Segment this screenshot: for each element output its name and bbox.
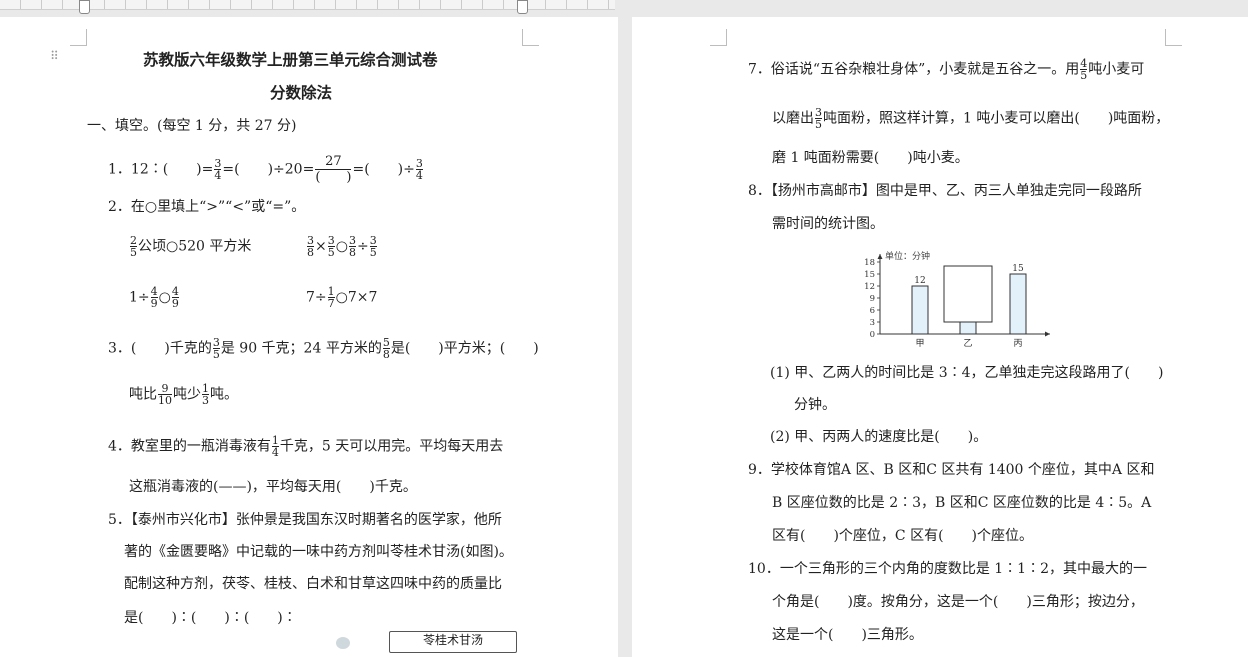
- x-tick-label: 甲: [915, 338, 924, 349]
- data-label: 15: [1012, 264, 1024, 274]
- question-5-line2: 著的《金匮要略》中记载的一味中药方剂叫苓桂术甘汤(如图)。: [124, 544, 513, 560]
- bar: [1009, 273, 1027, 335]
- y-tick-label: 6: [870, 306, 875, 316]
- hidden-bar-cover: [943, 265, 993, 323]
- margin-corner-mark: [70, 29, 87, 46]
- question-1: 1．12∶( )= 3 4 =( )÷20= 27( ) =( )÷ 3 4: [108, 154, 423, 185]
- y-tick-label: 12: [864, 282, 875, 292]
- question-10-line2: 个角是( )度。按角分，这是一个( )三角形；按边分，: [772, 594, 1144, 610]
- question-9-line3: 区有( )个座位，C 区有( )个座位。: [772, 528, 1034, 544]
- x-tick-label: 丙: [1013, 338, 1022, 349]
- page-title: 苏教版六年级数学上册第三单元综合测试卷: [143, 51, 438, 69]
- horizontal-ruler[interactable]: [0, 0, 615, 14]
- margin-corner-mark: [1165, 29, 1182, 46]
- bar: [911, 285, 929, 335]
- x-axis-arrow: [1045, 331, 1050, 337]
- herb-illustration: [336, 637, 350, 649]
- margin-corner-mark: [710, 29, 727, 46]
- question-5-line4: 是( )∶( )∶( )∶: [124, 610, 297, 626]
- recipe-box: 苓桂术甘汤: [389, 631, 517, 653]
- y-tick-label: 9: [870, 294, 875, 304]
- question-9-line2: B 区座位数的比是 2∶3，B 区和C 区座位数的比是 4∶5。A: [772, 495, 1152, 511]
- data-label: 12: [914, 276, 925, 286]
- question-2d: 7÷ 1 7 ○7×7: [306, 285, 378, 310]
- question-2: 2．在○里填上“>”“<”或“=”。: [108, 199, 306, 215]
- question-5-line3: 配制这种方剂，茯苓、桂枝、白术和甘草这四味中药的质量比: [124, 576, 502, 592]
- question-10: 10．一个三角形的三个内角的度数比是 1∶1∶2，其中最大的一: [748, 561, 1147, 577]
- question-8: 8．【扬州市高邮市】图中是甲、乙、丙三人单独走完同一段路所: [748, 183, 1142, 199]
- y-axis-label: 单位：分钟: [885, 250, 930, 262]
- question-9: 9．学校体育馆A 区、B 区和C 区共有 1400 个座位，其中A 区和: [748, 462, 1155, 478]
- y-axis-arrow: [877, 254, 883, 259]
- question-3-cont: 吨比 9 10 吨少 1 3 吨。: [129, 382, 238, 407]
- question-2a: 2 5 公顷○520 平方米: [130, 234, 252, 259]
- drag-handle-icon[interactable]: ⠿: [50, 50, 59, 67]
- question-8-part1: (1) 甲、乙两人的时间比是 3∶4，乙单独走完这段路用了( ): [770, 365, 1164, 381]
- question-4-cont: 这瓶消毒液的(——)，平均每天用( )千克。: [129, 479, 417, 495]
- question-8-line2: 需时间的统计图。: [772, 216, 884, 232]
- ruler-right-marker[interactable]: [517, 0, 528, 14]
- margin-corner-mark: [522, 29, 539, 46]
- question-8-part1-cont: 分钟。: [794, 397, 836, 413]
- y-tick-label: 18: [864, 258, 875, 268]
- question-7-line2: 以磨出 3 5 吨面粉，照这样计算，1 吨小麦可以磨出( )吨面粉，: [772, 106, 1170, 131]
- section-heading: 一、填空。(每空 1 分，共 27 分): [87, 118, 297, 134]
- y-tick-label: 15: [864, 270, 875, 280]
- document-page-left: ⠿ 苏教版六年级数学上册第三单元综合测试卷 分数除法 一、填空。(每空 1 分，…: [0, 17, 618, 657]
- y-tick-label: 3: [870, 318, 875, 328]
- bar: [959, 321, 977, 335]
- question-2c: 1÷ 4 9 ○ 4 9: [129, 285, 179, 310]
- page-subtitle: 分数除法: [270, 84, 333, 102]
- question-7-line3: 磨 1 吨面粉需要( )吨小麦。: [772, 150, 969, 166]
- question-7: 7．俗话说“五谷杂粮壮身体”，小麦就是五谷之一。用 4 5 吨小麦可: [748, 57, 1145, 82]
- question-8-part2: (2) 甲、丙两人的速度比是( )。: [770, 429, 988, 445]
- question-4: 4．教室里的一瓶消毒液有 1 4 千克，5 天可以用完。平均每天用去: [108, 434, 504, 459]
- question-3: 3．( )千克的 3 5 是 90 千克；24 平方米的 5 8 是( )平方米；( ): [108, 336, 539, 361]
- question-5: 5．【泰州市兴化市】张仲景是我国东汉时期著名的医学家，他所: [108, 512, 502, 528]
- question-10-line3: 这是一个( )三角形。: [772, 627, 923, 643]
- x-tick-label: 乙: [963, 338, 972, 349]
- time-bar-chart: 单位：分钟 0 3 6 9 12 15 18 12 甲 乙 15 丙: [864, 250, 1050, 349]
- ruler-indent-marker[interactable]: [79, 0, 90, 14]
- y-tick-label: 0: [870, 330, 875, 340]
- question-2b: 3 8 × 3 5 ○ 3 8 ÷ 3 5: [307, 234, 377, 259]
